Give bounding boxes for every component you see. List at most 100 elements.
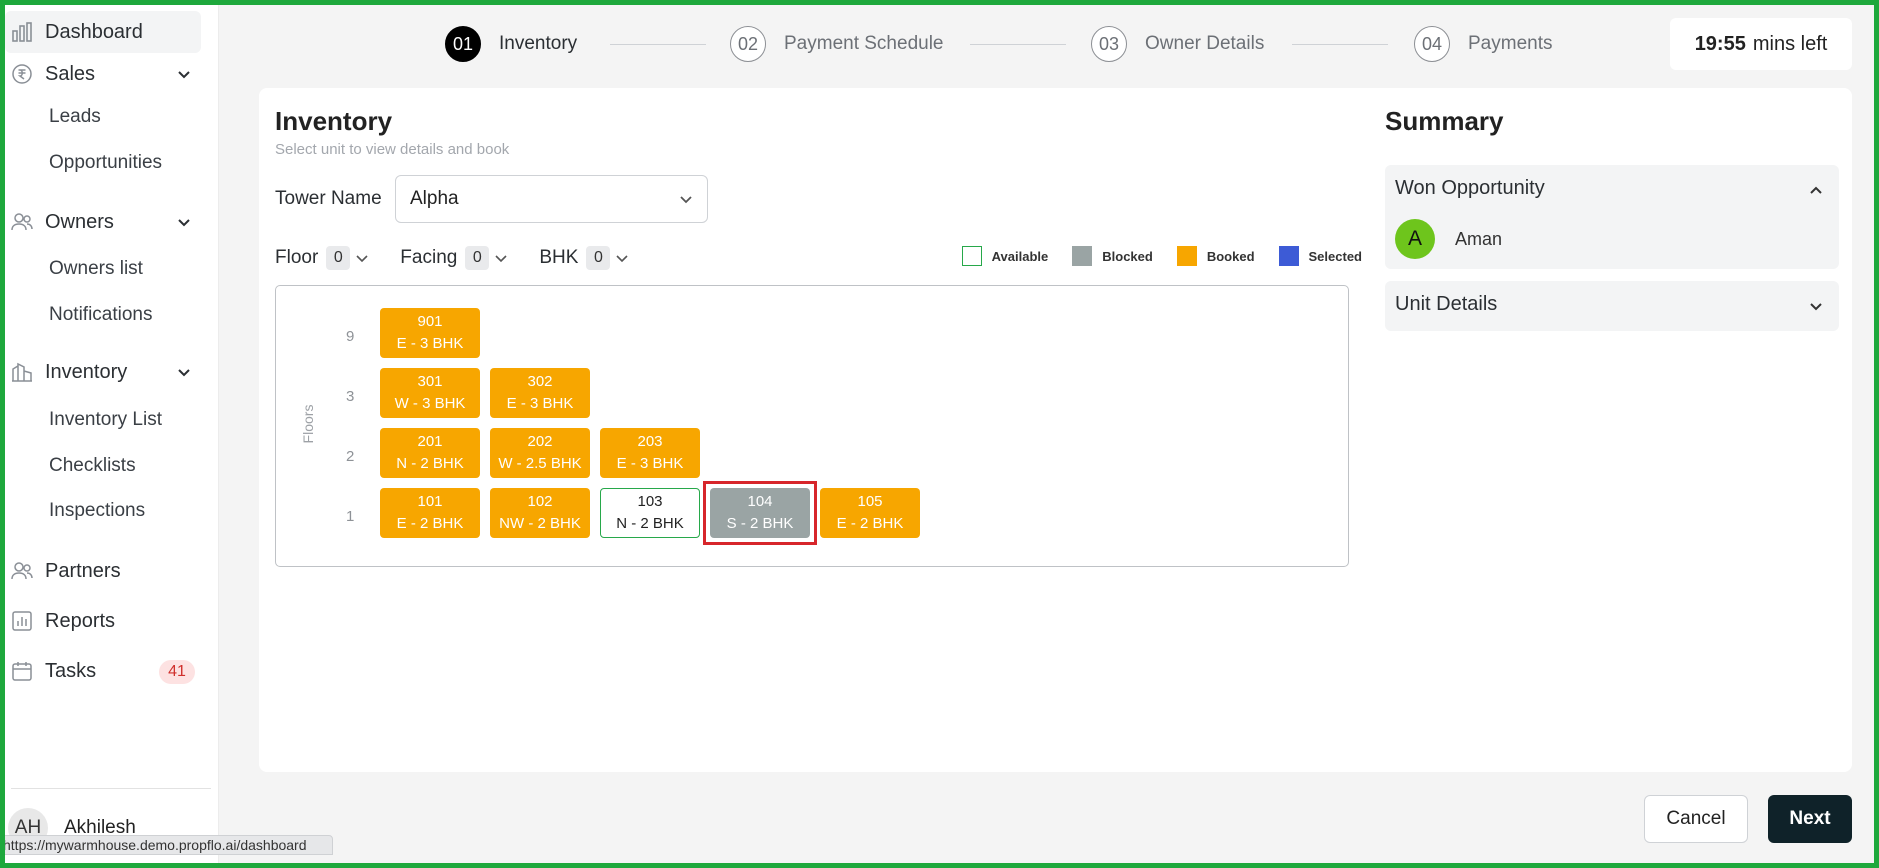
unit-number: 202 <box>527 433 553 450</box>
step-payment-schedule[interactable]: 02 Payment Schedule <box>730 26 944 62</box>
legend-label: Selected <box>1308 248 1362 264</box>
sidebar-item-label: Notifications <box>49 304 153 325</box>
unit-description: W - 2.5 BHK <box>498 455 582 472</box>
sidebar-item-tasks[interactable]: Tasks 41 <box>5 650 205 692</box>
unit-description: N - 2 BHK <box>616 515 684 532</box>
sidebar-item-reports[interactable]: Reports <box>5 600 205 642</box>
users-icon <box>9 209 35 235</box>
unit-description: N - 2 BHK <box>396 455 464 472</box>
legend-swatch <box>1072 246 1093 266</box>
timer-suffix: mins left <box>1752 32 1828 55</box>
tower-name-select[interactable]: Alpha <box>395 175 708 223</box>
unit-card[interactable]: 104 S - 2 BHK <box>710 488 810 538</box>
panel-heading: Won Opportunity <box>1395 177 1545 199</box>
unit-card[interactable]: 302 E - 3 BHK <box>490 368 590 418</box>
unit-number: 104 <box>747 493 773 510</box>
legend-selected: Selected <box>1278 246 1362 266</box>
sidebar-item-inventory[interactable]: Inventory <box>5 351 205 393</box>
next-button[interactable]: Next <box>1768 795 1852 843</box>
status-url-bar: https://mywarmhouse.demo.propflo.ai/dash… <box>0 835 333 855</box>
unit-card[interactable]: 203 E - 3 BHK <box>600 428 700 478</box>
unit-description: S - 2 BHK <box>726 515 794 532</box>
chevron-down-icon <box>616 255 628 263</box>
sidebar-item-partners[interactable]: Partners <box>5 550 205 592</box>
step-owner-details[interactable]: 03 Owner Details <box>1091 26 1264 62</box>
cancel-button[interactable]: Cancel <box>1644 795 1748 843</box>
unit-card[interactable]: 901 E - 3 BHK <box>380 308 480 358</box>
floor-plan-grid: Floors 9 901 E - 3 BHK 3 301 W - 3 BHK 3… <box>275 285 1349 567</box>
bhk-filter[interactable]: BHK 0 <box>539 246 630 270</box>
floor-number: 9 <box>346 328 355 345</box>
step-number: 04 <box>1414 26 1450 62</box>
unit-card[interactable]: 202 W - 2.5 BHK <box>490 428 590 478</box>
booking-stepper: 01 Inventory 02 Payment Schedule 03 Owne… <box>0 26 1879 62</box>
step-payments[interactable]: 04 Payments <box>1414 26 1552 62</box>
sidebar-item-label: Inspections <box>49 500 146 521</box>
legend-swatch <box>1278 246 1299 266</box>
unit-number: 203 <box>637 433 663 450</box>
legend-booked: Booked <box>1176 246 1255 266</box>
filter-count: 0 <box>586 246 611 270</box>
filter-bar: Floor 0 Facing 0 BHK 0 <box>275 243 660 273</box>
report-icon <box>9 608 35 634</box>
chevron-down-icon[interactable] <box>175 213 193 231</box>
unit-description: E - 3 BHK <box>616 455 684 472</box>
filter-count: 0 <box>465 246 490 270</box>
legend-available: Available <box>961 246 1049 266</box>
sidebar-item-inspections[interactable]: Inspections <box>49 493 145 529</box>
unit-card[interactable]: 201 N - 2 BHK <box>380 428 480 478</box>
chevron-down-icon[interactable] <box>175 65 193 83</box>
unit-card[interactable]: 101 E - 2 BHK <box>380 488 480 538</box>
unit-description: E - 2 BHK <box>396 515 464 532</box>
unit-card[interactable]: 102 NW - 2 BHK <box>490 488 590 538</box>
floor-filter[interactable]: Floor 0 <box>275 246 370 270</box>
unit-card[interactable]: 105 E - 2 BHK <box>820 488 920 538</box>
sidebar-item-label: Owners list <box>49 258 143 279</box>
unit-card[interactable]: 301 W - 3 BHK <box>380 368 480 418</box>
sidebar-item-label: Sales <box>45 62 96 85</box>
chevron-up-icon[interactable] <box>1807 181 1825 199</box>
page-title: Inventory <box>275 106 393 136</box>
unit-number: 102 <box>527 493 553 510</box>
users-icon <box>9 558 35 584</box>
tower-selected-value: Alpha <box>410 188 459 209</box>
sidebar-item-label: Leads <box>49 106 101 127</box>
facing-filter[interactable]: Facing 0 <box>400 246 509 270</box>
sidebar-item-inventory-list[interactable]: Inventory List <box>49 402 162 438</box>
unit-number: 301 <box>417 373 443 390</box>
step-number: 03 <box>1091 26 1127 62</box>
panel-heading: Unit Details <box>1395 293 1498 315</box>
unit-details-panel[interactable]: Unit Details <box>1385 281 1839 331</box>
sidebar-item-opportunities[interactable]: Opportunities <box>49 145 162 181</box>
sidebar-item-owners-list[interactable]: Owners list <box>49 251 143 287</box>
sidebar-item-notifications[interactable]: Notifications <box>49 297 153 333</box>
sidebar-item-owners[interactable]: Owners <box>5 201 205 243</box>
legend-label: Available <box>991 248 1049 264</box>
countdown-timer: 19:55 mins left <box>1670 18 1852 70</box>
sidebar-item-label: Checklists <box>49 455 136 476</box>
unit-number: 201 <box>417 433 443 450</box>
unit-number: 103 <box>637 493 663 510</box>
filter-label: Floor <box>275 247 319 268</box>
step-label: Inventory <box>499 33 578 54</box>
unit-description: E - 3 BHK <box>396 335 464 352</box>
unit-number: 901 <box>417 313 443 330</box>
sidebar-item-label: Tasks <box>45 659 97 682</box>
chevron-down-icon[interactable] <box>175 363 193 381</box>
unit-number: 105 <box>857 493 883 510</box>
chevron-down-icon[interactable] <box>1807 297 1825 315</box>
legend-swatch <box>961 246 982 266</box>
unit-number: 101 <box>417 493 443 510</box>
step-connector <box>1292 44 1388 45</box>
unit-card[interactable]: 103 N - 2 BHK <box>600 488 700 538</box>
step-inventory[interactable]: 01 Inventory <box>445 26 577 62</box>
won-opportunity-panel[interactable]: Won Opportunity A Aman <box>1385 165 1839 269</box>
legend-swatch <box>1176 246 1197 266</box>
floor-number: 1 <box>346 508 355 525</box>
tower-name-label: Tower Name <box>275 188 382 209</box>
sidebar: Dashboard Sales Leads Opportunities Owne… <box>5 5 219 863</box>
sidebar-item-checklists[interactable]: Checklists <box>49 448 136 484</box>
step-label: Owner Details <box>1145 33 1265 54</box>
sidebar-item-leads[interactable]: Leads <box>49 99 101 135</box>
sidebar-divider <box>11 788 211 789</box>
